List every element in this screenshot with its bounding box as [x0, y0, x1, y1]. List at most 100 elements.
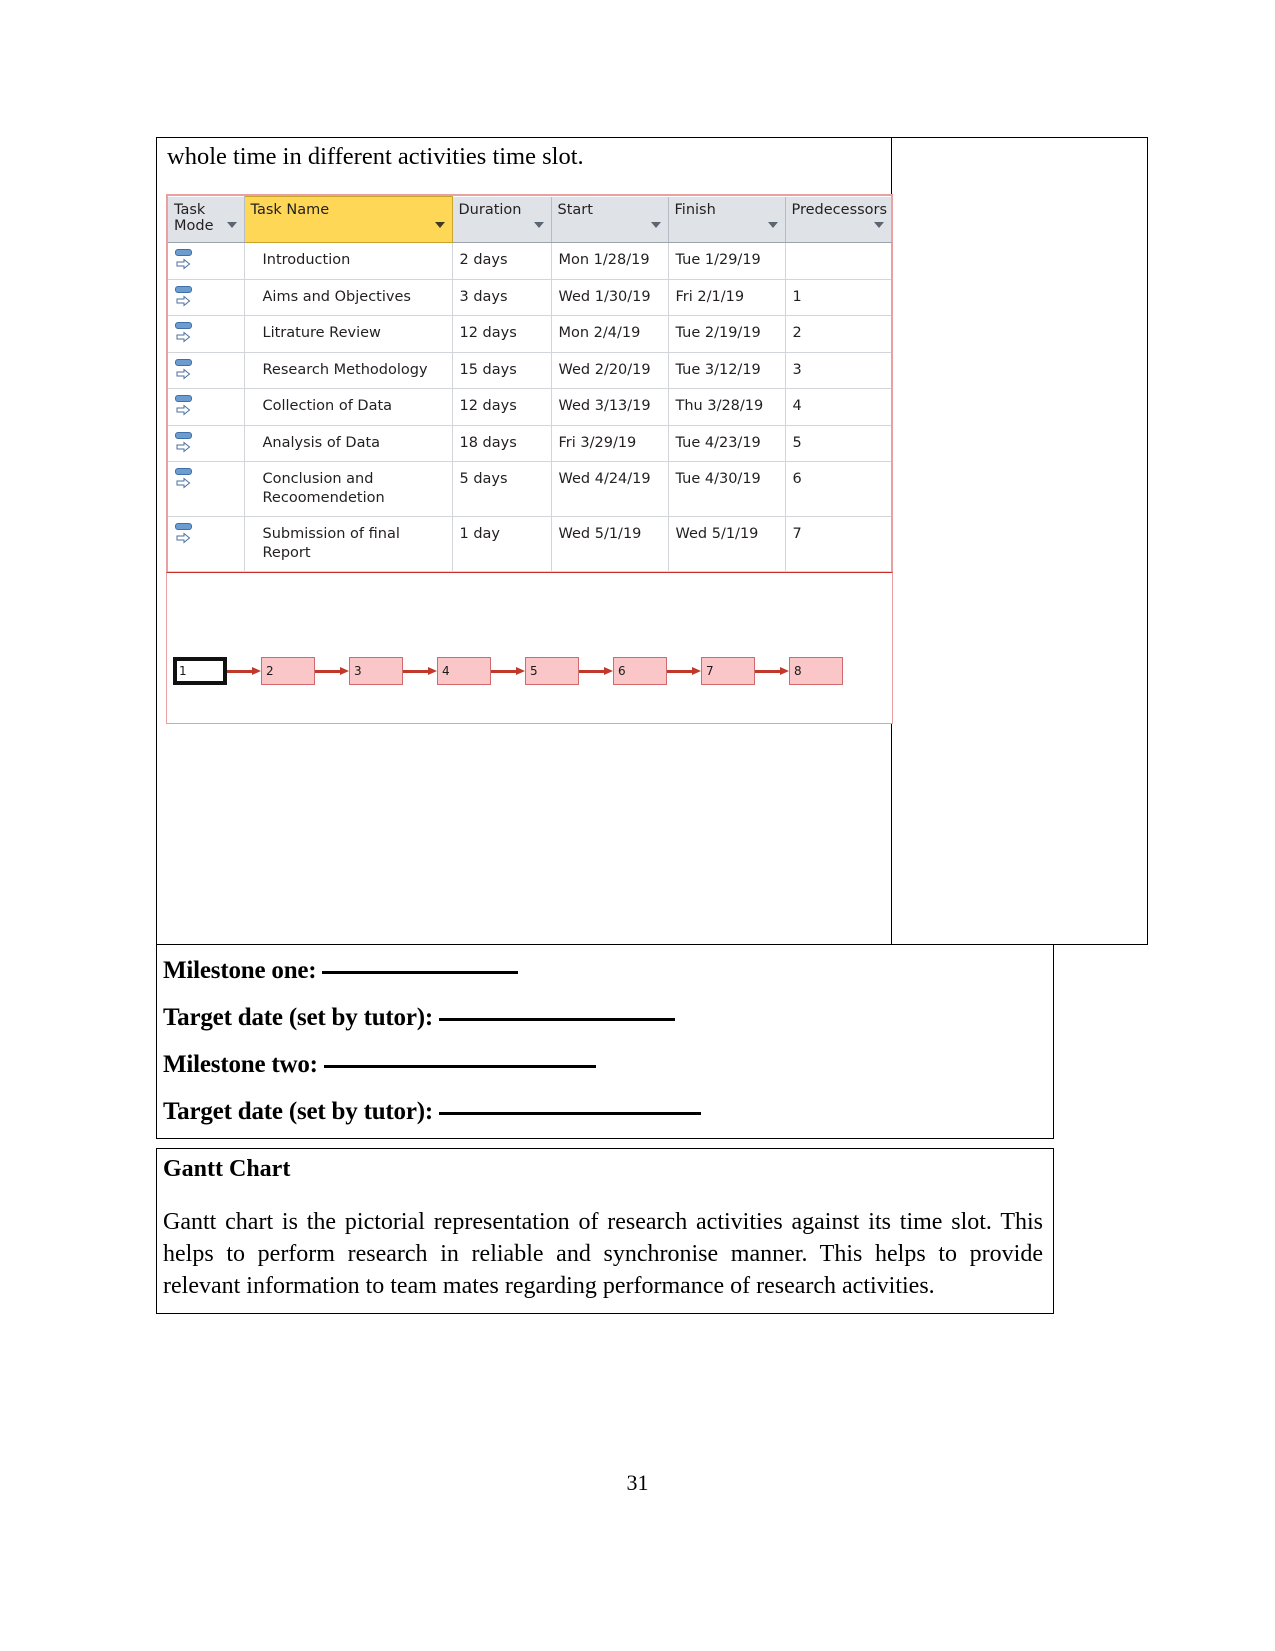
cell-predecessors[interactable]: 7 — [785, 516, 891, 573]
column-header-start[interactable]: Start — [551, 196, 669, 243]
cell-task-name[interactable]: Conclusion and Recoomendetion — [244, 461, 453, 518]
cell-start[interactable]: Wed 1/30/19 — [551, 279, 669, 317]
cell-finish[interactable]: Tue 3/12/19 — [668, 352, 786, 390]
column-header-label: Task Mode — [174, 201, 214, 234]
column-header-finish[interactable]: Finish — [668, 196, 786, 243]
table-row[interactable]: Analysis of Data 18 days Fri 3/29/19 Tue 4/… — [168, 425, 891, 463]
cell-start[interactable]: Mon 1/28/19 — [551, 242, 669, 280]
cell-duration[interactable]: 15 days — [452, 352, 552, 390]
table-row[interactable]: Litrature Review 12 days Mon 2/4/19 Tue 2/1… — [168, 315, 891, 353]
filter-dropdown-icon[interactable] — [650, 222, 661, 228]
cell-start[interactable]: Fri 3/29/19 — [551, 425, 669, 463]
filter-dropdown-icon[interactable] — [767, 222, 778, 228]
auto-scheduled-icon — [174, 431, 196, 457]
column-header-task-name[interactable]: Task Name — [243, 196, 453, 243]
network-node[interactable]: 3 — [349, 657, 403, 686]
cell-predecessors[interactable]: 5 — [785, 425, 891, 463]
table-row[interactable]: Research Methodology 15 days Wed 2/20/19 Tu… — [168, 352, 891, 390]
cell-task-name[interactable]: Introduction — [244, 242, 453, 280]
cell-duration[interactable]: 12 days — [452, 388, 552, 426]
ms-project-screenshot: Task Mode Task Name Duration Start Finis… — [166, 194, 893, 725]
cell-finish[interactable]: Wed 5/1/19 — [668, 516, 786, 573]
network-node[interactable]: 2 — [261, 657, 315, 686]
cell-predecessors-text: 1 — [792, 288, 802, 305]
milestone-label: Milestone one: — [163, 957, 317, 984]
cell-task-mode[interactable] — [168, 388, 245, 426]
cell-finish[interactable]: Thu 3/28/19 — [668, 388, 786, 426]
table-row[interactable]: Collection of Data 12 days Wed 3/13/19 Thu … — [168, 388, 891, 426]
cell-duration[interactable]: 18 days — [452, 425, 552, 463]
cell-finish[interactable]: Fri 2/1/19 — [668, 279, 786, 317]
network-node[interactable]: 5 — [525, 657, 579, 686]
network-arrow-icon — [315, 666, 349, 676]
cell-task-name[interactable]: Litrature Review — [244, 315, 453, 353]
cell-finish-text: Thu 3/28/19 — [675, 398, 764, 415]
filter-dropdown-icon[interactable] — [434, 222, 445, 228]
auto-scheduled-icon — [174, 358, 196, 384]
table-cell-content: whole time in different activities time … — [157, 138, 893, 944]
cell-task-name[interactable]: Aims and Objectives — [244, 279, 453, 317]
cell-finish-text: Tue 1/29/19 — [675, 252, 761, 268]
cell-start[interactable]: Wed 2/20/19 — [551, 352, 669, 390]
cell-start[interactable]: Mon 2/4/19 — [551, 315, 669, 353]
cell-finish[interactable]: Tue 2/19/19 — [668, 315, 786, 353]
milestone-blank-field[interactable] — [439, 1112, 702, 1115]
milestone-blank-field[interactable] — [439, 1018, 676, 1021]
cell-predecessors[interactable]: 3 — [785, 352, 891, 390]
filter-dropdown-icon[interactable] — [533, 222, 544, 228]
cell-task-name[interactable]: Submission of final Report — [244, 516, 453, 573]
column-header-predecessors[interactable]: Predecessors — [785, 196, 892, 243]
auto-scheduled-icon — [174, 248, 196, 274]
cell-task-mode[interactable] — [168, 279, 245, 317]
network-node[interactable]: 1 — [173, 657, 227, 686]
column-header-label: Predecessors — [791, 201, 888, 218]
cell-task-name[interactable]: Research Methodology — [244, 352, 453, 390]
milestone-blank-field[interactable] — [322, 971, 519, 974]
cell-task-mode[interactable] — [168, 315, 245, 353]
filter-dropdown-icon[interactable] — [226, 222, 237, 228]
cell-finish[interactable]: Tue 1/29/19 — [668, 242, 786, 280]
auto-scheduled-icon — [174, 394, 196, 420]
cell-task-name-text: Aims and Objectives — [262, 288, 411, 305]
cell-predecessors[interactable]: 2 — [785, 315, 891, 353]
table-row[interactable]: Submission of final Report 1 day Wed 5/1/1… — [168, 516, 891, 573]
milestone-blank-field[interactable] — [323, 1065, 596, 1068]
intro-paragraph: whole time in different activities time … — [167, 143, 584, 170]
network-node[interactable]: 8 — [789, 657, 843, 686]
column-header-task-mode[interactable]: Task Mode — [168, 196, 245, 243]
cell-task-mode[interactable] — [168, 352, 245, 390]
table-row[interactable]: Aims and Objectives 3 days Wed 1/30/19 Fri … — [168, 279, 891, 317]
cell-duration[interactable]: 2 days — [452, 242, 552, 280]
cell-duration[interactable]: 12 days — [452, 315, 552, 353]
cell-duration[interactable]: 3 days — [452, 279, 552, 317]
cell-start[interactable]: Wed 4/24/19 — [551, 461, 669, 518]
cell-start[interactable]: Wed 3/13/19 — [551, 388, 669, 426]
cell-predecessors[interactable]: 6 — [785, 461, 891, 518]
cell-finish[interactable]: Tue 4/30/19 — [668, 461, 786, 518]
network-node[interactable]: 4 — [437, 657, 491, 686]
table-row[interactable]: Introduction 2 days Mon 1/28/19 Tue 1/29/19 — [168, 242, 891, 280]
cell-task-mode[interactable] — [168, 461, 245, 518]
cell-duration[interactable]: 1 day — [452, 516, 552, 573]
cell-task-mode[interactable] — [168, 425, 245, 463]
cell-task-mode[interactable] — [168, 242, 245, 280]
network-node[interactable]: 6 — [613, 657, 667, 686]
cell-task-name[interactable]: Collection of Data — [244, 388, 453, 426]
network-arrow-icon — [403, 666, 437, 676]
column-header-duration[interactable]: Duration — [452, 196, 552, 243]
cell-task-name[interactable]: Analysis of Data — [244, 425, 453, 463]
cell-duration[interactable]: 5 days — [452, 461, 552, 518]
filter-dropdown-icon[interactable] — [873, 222, 884, 228]
cell-predecessors[interactable]: 4 — [785, 388, 891, 426]
network-node[interactable]: 7 — [701, 657, 755, 686]
cell-finish-text: Wed 5/1/19 — [675, 526, 759, 543]
table-cell-empty-right — [892, 138, 1147, 944]
cell-predecessors[interactable] — [785, 242, 891, 280]
cell-start[interactable]: Wed 5/1/19 — [551, 516, 669, 573]
cell-task-mode[interactable] — [168, 516, 245, 573]
cell-finish[interactable]: Tue 4/23/19 — [668, 425, 786, 463]
cell-predecessors[interactable]: 1 — [785, 279, 891, 317]
table-row[interactable]: Conclusion and Recoomendetion 5 days Wed 4… — [168, 461, 891, 518]
cell-duration-text: 12 days — [459, 325, 517, 342]
cell-finish-text: Fri 2/1/19 — [675, 288, 745, 305]
